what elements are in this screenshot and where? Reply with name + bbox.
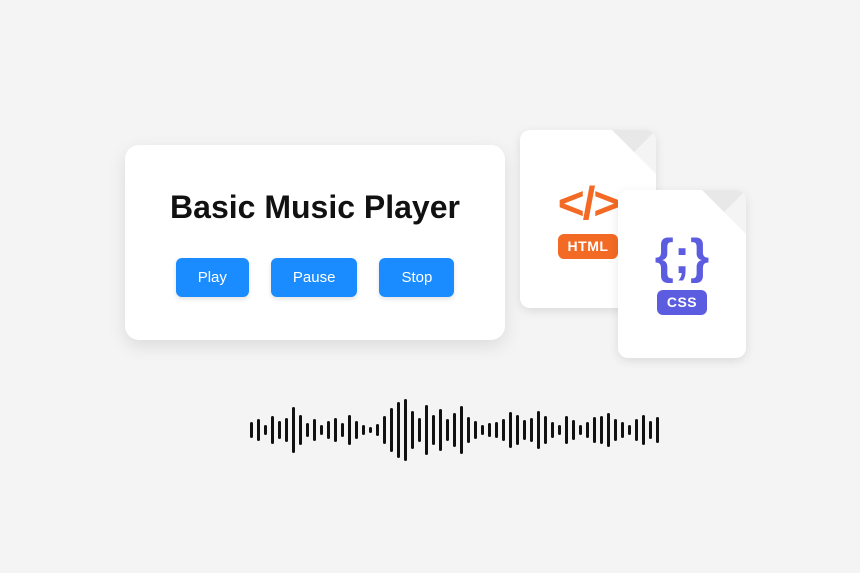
waveform-bar [418,418,421,442]
waveform-bar [467,417,470,443]
css-file-icon: {;} CSS [618,190,746,358]
css-badge: CSS [657,290,707,315]
waveform-bar [278,421,281,439]
waveform-bar [516,415,519,445]
waveform-bar [586,422,589,438]
waveform-bar [572,420,575,440]
player-title: Basic Music Player [170,189,460,226]
waveform-bar [495,422,498,438]
waveform-bar [264,425,267,435]
waveform-bar [334,418,337,442]
waveform-bar [432,415,435,445]
waveform-bar [285,418,288,442]
stop-button[interactable]: Stop [379,258,454,297]
waveform-bar [383,416,386,444]
waveform-bar [530,418,533,442]
player-controls: Play Pause Stop [176,258,455,297]
waveform-bar [600,416,603,444]
waveform-bar [544,416,547,444]
waveform-bar [376,424,379,436]
pause-button[interactable]: Pause [271,258,358,297]
waveform-bar [439,409,442,451]
page-fold-icon [702,190,746,234]
waveform-bar [397,402,400,458]
waveform-bar [250,422,253,438]
css-braces-icon: {;} [655,233,709,282]
music-player-card: Basic Music Player Play Pause Stop [125,145,505,340]
waveform-bar [565,416,568,444]
waveform-bar [404,399,407,461]
waveform-bar [313,419,316,441]
page-fold-icon [612,130,656,174]
html-badge: HTML [558,234,619,259]
waveform-bar [327,421,330,439]
waveform-bar [355,421,358,439]
waveform-bar [558,425,561,435]
waveform-bar [649,421,652,439]
waveform-bar [425,405,428,455]
file-icons-group: </> HTML {;} CSS [520,130,770,360]
waveform-bar [411,411,414,449]
waveform-bar [635,419,638,441]
waveform-bar [614,419,617,441]
waveform-bar [446,419,449,441]
waveform-bar [460,406,463,454]
audio-waveform-icon [250,395,659,465]
waveform-bar [257,419,260,441]
waveform-bar [390,408,393,452]
waveform-bar [523,420,526,440]
waveform-bar [607,413,610,447]
waveform-bar [362,425,365,435]
waveform-bar [369,427,372,433]
waveform-bar [474,421,477,439]
waveform-bar [656,417,659,443]
waveform-bar [642,415,645,445]
waveform-bar [453,413,456,447]
waveform-bar [348,415,351,445]
waveform-bar [306,423,309,437]
waveform-bar [537,411,540,449]
waveform-bar [320,425,323,435]
waveform-bar [488,423,491,437]
waveform-bar [292,407,295,453]
waveform-bar [628,425,631,435]
play-button[interactable]: Play [176,258,249,297]
waveform-bar [579,425,582,435]
waveform-bar [299,415,302,445]
waveform-bar [341,423,344,437]
waveform-bar [621,422,624,438]
waveform-bar [271,416,274,444]
waveform-bar [481,425,484,435]
waveform-bar [551,422,554,438]
waveform-bar [593,417,596,443]
code-bracket-icon: </> [558,180,619,226]
waveform-bar [509,412,512,448]
waveform-bar [502,419,505,441]
